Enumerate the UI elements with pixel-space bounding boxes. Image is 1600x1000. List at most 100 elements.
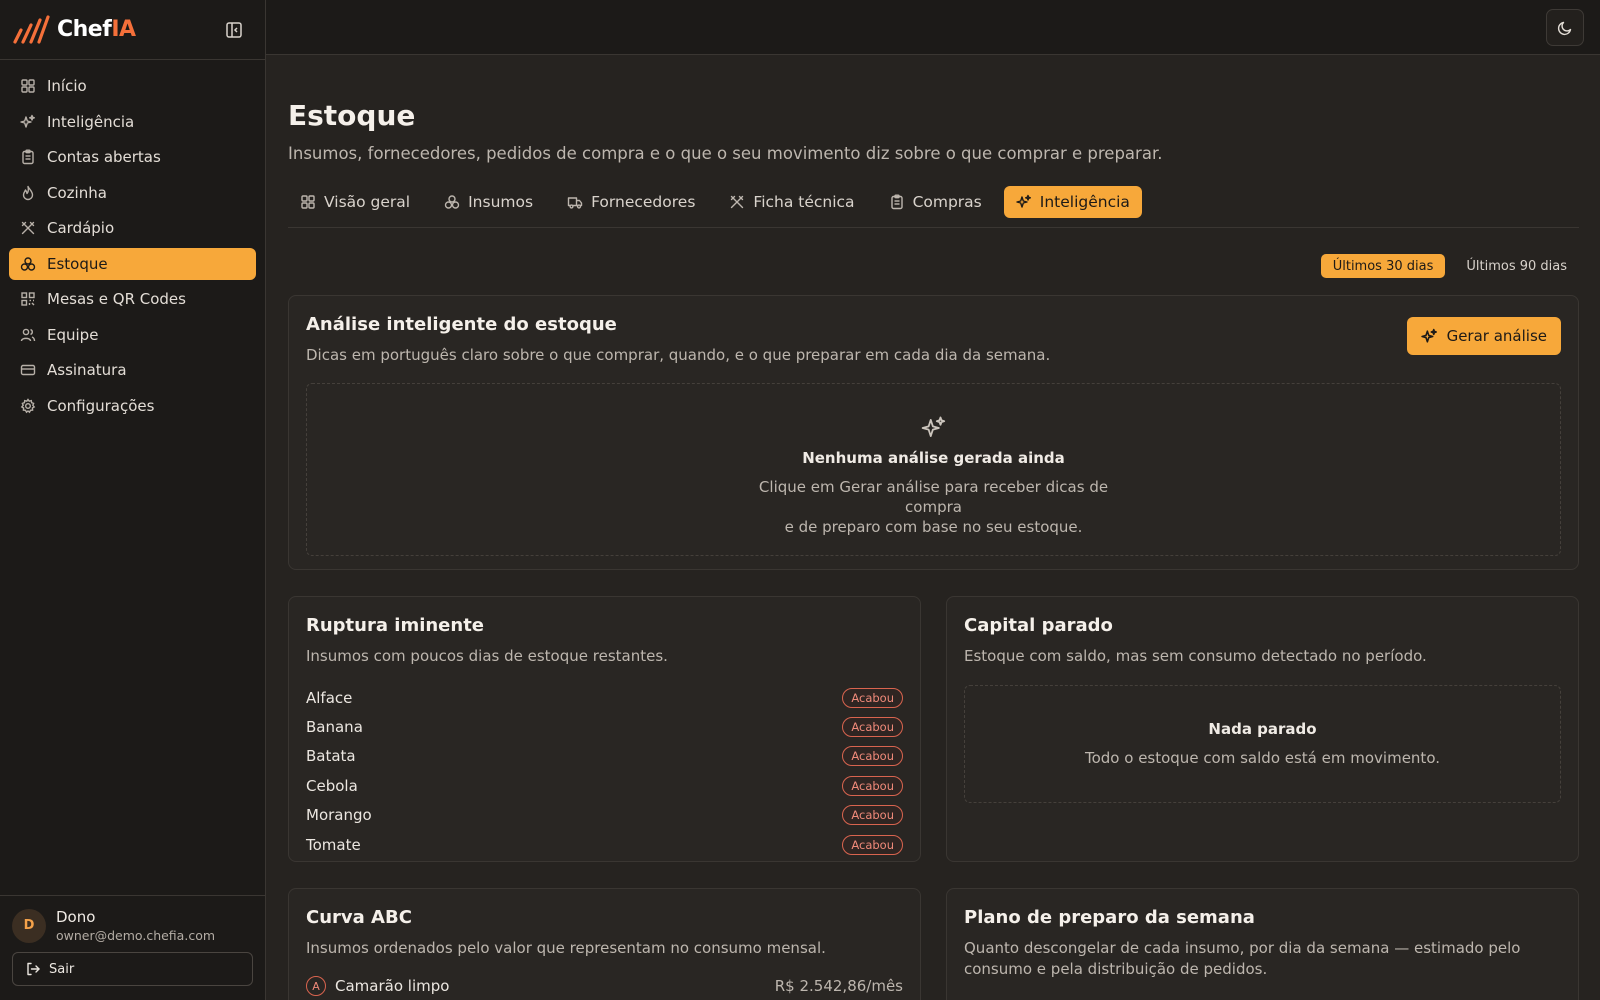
sidebar-item-label: Contas abertas bbox=[47, 148, 161, 166]
sidebar-item-configuracoes[interactable]: Configurações bbox=[9, 390, 256, 422]
sparkles-icon bbox=[1016, 194, 1031, 208]
sidebar-item-label: Mesas e QR Codes bbox=[47, 290, 186, 308]
capital-empty-text: Todo o estoque com saldo está em movimen… bbox=[1084, 749, 1440, 767]
weekly-prep-plan-card: Plano de preparo da semana Quanto descon… bbox=[946, 888, 1579, 1000]
moon-icon bbox=[1557, 21, 1572, 35]
sidebar-item-contas-abertas[interactable]: Contas abertas bbox=[9, 141, 256, 173]
analysis-description: Dicas em português claro sobre o que com… bbox=[306, 346, 1051, 364]
plan-description: Quanto descongelar de cada insumo, por d… bbox=[964, 939, 1521, 978]
tab-label: Compras bbox=[912, 193, 982, 211]
item-name: Morango bbox=[306, 806, 372, 825]
period-30-days-button[interactable]: Últimos 30 dias bbox=[1320, 254, 1446, 278]
sidebar-nav: Início Inteligência Contas abertas Cozin… bbox=[0, 60, 265, 435]
list-item: Batata Acabou bbox=[306, 742, 903, 771]
sidebar-item-inteligencia[interactable]: Inteligência bbox=[9, 106, 256, 138]
main-content: Estoque Insumos, fornecedores, pedidos d… bbox=[288, 55, 1579, 1000]
list-item: Tomate Acabou bbox=[306, 830, 903, 859]
list-item: Banana Acabou bbox=[306, 712, 903, 741]
capital-empty-title: Nada parado bbox=[1208, 720, 1317, 738]
tab-label: Insumos bbox=[468, 193, 534, 211]
user-name: Dono bbox=[56, 908, 96, 926]
brand-name: ChefIA bbox=[57, 17, 136, 42]
analysis-empty-text-line2: e de preparo com base no seu estoque. bbox=[784, 518, 1083, 536]
item-name: Tomate bbox=[306, 835, 361, 854]
sidebar-item-label: Inteligência bbox=[47, 112, 135, 131]
sidebar-item-label: Configurações bbox=[47, 396, 155, 415]
abc-curve-card: Curva ABC Insumos ordenados pelo valor q… bbox=[288, 888, 921, 1000]
capital-title: Capital parado bbox=[964, 615, 1113, 636]
status-badge: Acabou bbox=[842, 746, 903, 767]
sidebar-item-cardapio[interactable]: Cardápio bbox=[9, 212, 256, 244]
sidebar-item-cozinha[interactable]: Cozinha bbox=[9, 177, 256, 209]
tab-ficha-tecnica[interactable]: Ficha técnica bbox=[717, 186, 866, 218]
rupture-card: Ruptura iminente Insumos com poucos dias… bbox=[288, 596, 921, 862]
grid-icon bbox=[301, 195, 315, 209]
abc-description: Insumos ordenados pelo valor que represe… bbox=[306, 939, 826, 957]
generate-analysis-button[interactable]: Gerar análise bbox=[1406, 317, 1561, 355]
analysis-empty-text: Clique em Gerar análise para receber dic… bbox=[729, 477, 1139, 537]
item-name: Camarão limpo bbox=[335, 977, 450, 995]
sidebar-collapse-icon[interactable] bbox=[225, 21, 243, 39]
generate-analysis-label: Gerar análise bbox=[1446, 327, 1547, 345]
idle-capital-card: Capital parado Estoque com saldo, mas se… bbox=[946, 596, 1579, 862]
tab-bar: Visão geral Insumos Fornecedores Ficha t… bbox=[288, 186, 1579, 228]
sidebar-item-label: Início bbox=[47, 77, 87, 95]
analysis-empty-state: Nenhuma análise gerada ainda Clique em G… bbox=[306, 383, 1561, 556]
tab-label: Fornecedores bbox=[591, 193, 696, 211]
tab-fornecedores[interactable]: Fornecedores bbox=[555, 186, 707, 218]
boxes-icon bbox=[20, 256, 36, 271]
gear-icon bbox=[20, 397, 36, 413]
list-item: A Camarão limpo R$ 2.542,86/mês bbox=[306, 976, 903, 996]
item-name: Alface bbox=[306, 688, 353, 707]
brand-logo-icon bbox=[13, 14, 50, 44]
plan-title: Plano de preparo da semana bbox=[964, 907, 1255, 928]
sidebar-item-label: Cozinha bbox=[47, 183, 107, 202]
status-badge: Acabou bbox=[842, 687, 903, 708]
users-icon bbox=[20, 328, 36, 341]
insight-grid: Ruptura iminente Insumos com poucos dias… bbox=[288, 596, 1579, 862]
list-item: Alface Acabou bbox=[306, 683, 903, 712]
clipboard-icon bbox=[22, 149, 34, 165]
tab-visao-geral[interactable]: Visão geral bbox=[288, 186, 422, 218]
grid-icon bbox=[21, 79, 35, 93]
tab-compras[interactable]: Compras bbox=[877, 186, 994, 218]
abc-title: Curva ABC bbox=[306, 907, 412, 928]
sidebar-item-label: Equipe bbox=[47, 325, 99, 344]
item-name: Banana bbox=[306, 718, 363, 737]
analysis-empty-title: Nenhuma análise gerada ainda bbox=[802, 449, 1065, 467]
theme-toggle-button[interactable] bbox=[1546, 9, 1584, 46]
tab-insumos[interactable]: Insumos bbox=[432, 186, 545, 218]
sidebar: ChefIA Início Inteligência Contas aberta… bbox=[0, 0, 266, 1000]
rupture-description: Insumos com poucos dias de estoque resta… bbox=[306, 647, 668, 665]
capital-description: Estoque com saldo, mas sem consumo detec… bbox=[964, 647, 1427, 665]
sidebar-item-inicio[interactable]: Início bbox=[9, 70, 256, 102]
status-badge: Acabou bbox=[842, 775, 903, 796]
brand[interactable]: ChefIA bbox=[0, 0, 265, 60]
tab-label: Visão geral bbox=[324, 193, 411, 211]
user-row[interactable]: D Dono owner@demo.chefia.com bbox=[12, 908, 253, 943]
flame-icon bbox=[22, 185, 34, 200]
sidebar-item-mesas-qr[interactable]: Mesas e QR Codes bbox=[9, 283, 256, 315]
sidebar-item-label: Cardápio bbox=[47, 219, 115, 237]
rupture-list: Alface Acabou Banana Acabou Batata Acabo… bbox=[306, 683, 903, 859]
tab-inteligencia[interactable]: Inteligência bbox=[1003, 186, 1142, 218]
period-selector: Últimos 30 dias Últimos 90 dias bbox=[288, 253, 1579, 279]
truck-icon bbox=[567, 197, 583, 209]
card-icon bbox=[20, 364, 36, 376]
sparkles-icon bbox=[20, 114, 35, 128]
sparkles-icon bbox=[1420, 328, 1437, 343]
sidebar-item-label: Estoque bbox=[47, 254, 108, 273]
logout-button[interactable]: Sair bbox=[12, 952, 253, 986]
user-email: owner@demo.chefia.com bbox=[56, 928, 216, 943]
sidebar-item-estoque[interactable]: Estoque bbox=[9, 247, 256, 280]
utensils-icon bbox=[21, 221, 35, 235]
sidebar-item-assinatura[interactable]: Assinatura bbox=[9, 354, 256, 386]
period-90-days-button[interactable]: Últimos 90 dias bbox=[1454, 254, 1579, 278]
utensils-icon bbox=[731, 195, 744, 209]
analysis-empty-text-line1: Clique em Gerar análise para receber dic… bbox=[758, 478, 1109, 516]
status-badge: Acabou bbox=[842, 834, 903, 855]
sidebar-item-equipe[interactable]: Equipe bbox=[9, 319, 256, 351]
logout-icon bbox=[27, 962, 40, 976]
abc-item-left: A Camarão limpo bbox=[306, 976, 449, 996]
item-name: Batata bbox=[306, 747, 356, 766]
